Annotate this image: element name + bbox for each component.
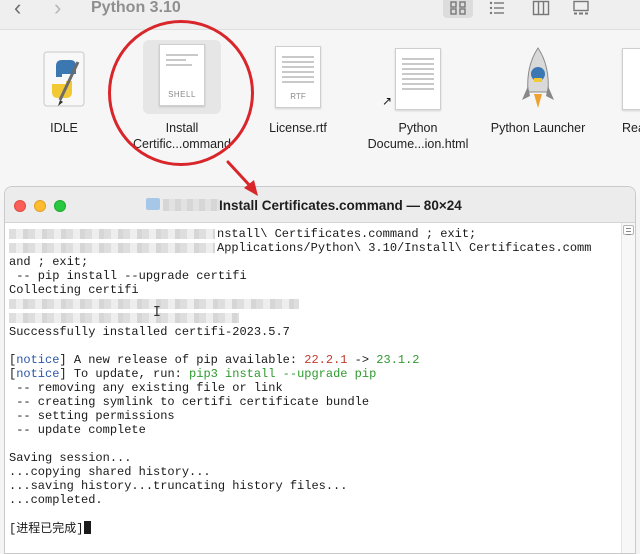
ibeam-cursor-icon: I bbox=[153, 305, 161, 320]
terminal-output[interactable]: nstall\ Certificates.command ; exit; App… bbox=[9, 227, 621, 553]
file-label-doc-line2: Docume...ion.html bbox=[367, 137, 469, 151]
notice-line: [notice] A new release of pip available:… bbox=[9, 353, 420, 367]
list-icon bbox=[489, 1, 504, 15]
gallery-view-button[interactable] bbox=[566, 0, 596, 18]
html-document-icon bbox=[395, 48, 441, 110]
annotation-circle bbox=[108, 20, 254, 166]
finder-title: Python 3.10 bbox=[91, 0, 181, 16]
output-line: nstall\ Certificates.command ; exit; bbox=[217, 227, 477, 241]
output-line: ...copying shared history... bbox=[9, 465, 211, 479]
folder-icon bbox=[146, 198, 160, 210]
grid-icon bbox=[450, 1, 466, 15]
version-arrow: -> bbox=[347, 353, 377, 367]
new-version: 23.1.2 bbox=[376, 353, 420, 367]
icon-view-button[interactable] bbox=[443, 0, 473, 18]
notice-line: [notice] To update, run: pip3 install --… bbox=[9, 367, 377, 381]
output-line: Successfully installed certifi-2023.5.7 bbox=[9, 325, 290, 339]
text-cursor bbox=[84, 521, 92, 534]
redacted-title-segment bbox=[163, 199, 219, 211]
rtf-document-icon: RTF bbox=[275, 46, 321, 108]
output-line: -- removing any existing file or link bbox=[9, 381, 283, 395]
redacted-block bbox=[9, 313, 239, 323]
terminal-window: Install Certificates.command — 80×24 nst… bbox=[4, 186, 636, 554]
file-label-readme: Rea bbox=[622, 121, 640, 135]
output-line: Saving session... bbox=[9, 451, 132, 465]
minimize-button[interactable] bbox=[34, 200, 46, 212]
column-view-button[interactable] bbox=[526, 0, 556, 18]
forward-button[interactable]: › bbox=[54, 0, 76, 19]
output-line: -- update complete bbox=[9, 423, 146, 437]
zoom-button[interactable] bbox=[54, 200, 66, 212]
python-launcher-icon bbox=[518, 46, 558, 114]
file-label-idle: IDLE bbox=[50, 121, 78, 135]
readme-icon bbox=[622, 48, 640, 110]
file-label-launcher: Python Launcher bbox=[490, 121, 586, 135]
output-line: -- setting permissions bbox=[9, 409, 175, 423]
notice-text: A new release of pip available: bbox=[66, 353, 305, 367]
output-line: -- creating symlink to certifi certifica… bbox=[9, 395, 370, 409]
scroll-menu-icon[interactable] bbox=[623, 225, 634, 235]
output-line: ...completed. bbox=[9, 493, 103, 507]
alias-arrow-icon: ↗ bbox=[382, 94, 393, 108]
update-command: pip3 install --upgrade pip bbox=[189, 367, 377, 381]
rtf-icon-text: RTF bbox=[290, 92, 306, 101]
list-view-button[interactable] bbox=[482, 0, 512, 18]
scrollbar[interactable] bbox=[621, 223, 635, 553]
output-line: Collecting certifi bbox=[9, 283, 139, 297]
notice-tag: notice bbox=[16, 367, 60, 381]
notice-text: To update, run: bbox=[66, 367, 190, 381]
redacted-block bbox=[9, 243, 215, 253]
close-button[interactable] bbox=[14, 200, 26, 212]
output-line: -- pip install --upgrade certifi bbox=[9, 269, 247, 283]
back-button[interactable]: ‹ bbox=[14, 0, 36, 19]
old-version: 22.2.1 bbox=[304, 353, 348, 367]
process-complete-text: [进程已完成] bbox=[9, 522, 84, 536]
notice-tag: notice bbox=[16, 353, 60, 367]
gallery-icon bbox=[573, 0, 589, 15]
output-line: Applications/Python\ 3.10/Install\ Certi… bbox=[217, 241, 592, 255]
finder-window: ‹ › Python 3.10 IDLE SHELL Install Certi… bbox=[0, 0, 640, 200]
columns-icon bbox=[532, 0, 550, 16]
terminal-title: Install Certificates.command — 80×24 bbox=[219, 198, 462, 213]
idle-app-icon bbox=[38, 48, 90, 114]
terminal-titlebar: Install Certificates.command — 80×24 bbox=[5, 187, 635, 223]
output-line: and ; exit; bbox=[9, 255, 89, 269]
output-line: ...saving history...truncating history f… bbox=[9, 479, 348, 493]
process-complete-line: [进程已完成] bbox=[9, 521, 92, 536]
finder-toolbar: ‹ › Python 3.10 bbox=[0, 0, 640, 30]
redacted-block bbox=[9, 229, 215, 239]
file-label-license: License.rtf bbox=[269, 121, 327, 135]
file-label-doc-line1: Python bbox=[398, 121, 438, 135]
